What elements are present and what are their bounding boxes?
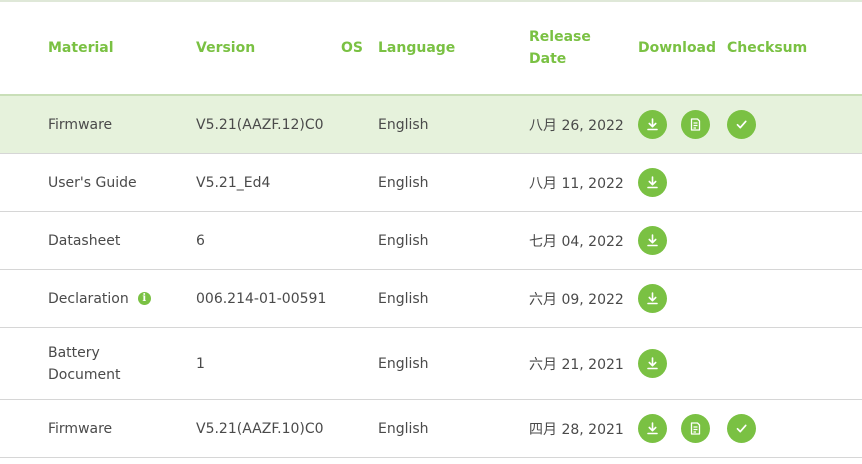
table-row: Battery Document 1 English 六月 21, 2021 [0,328,862,400]
check-icon [736,120,747,129]
download-button[interactable] [638,110,667,139]
material-label-line2: Document [48,366,121,383]
release-note-button[interactable] [681,110,710,139]
material-cell: Firmware [48,420,113,437]
download-icon [647,234,658,247]
download-cell [638,212,728,269]
download-cell [638,328,728,399]
download-icon [647,422,658,435]
version-cell: 1 [196,355,205,372]
release-note-icon [690,422,701,435]
header-release-date-line1: Release [529,29,591,45]
language-cell: English [378,355,429,372]
header-language: Language [378,40,456,56]
version-cell: V5.21_Ed4 [196,174,271,191]
table-row: Firmware V5.21(AAZF.10)C0 English 四月 28,… [0,400,862,458]
release-note-icon [690,118,701,131]
release-date-cell: 七月 04, 2022 [529,233,624,250]
language-cell: English [378,116,429,133]
version-cell: V5.21(AAZF.10)C0 [196,420,324,437]
table-row: Declaration i 006.214-01-00591 English 六… [0,270,862,328]
download-button[interactable] [638,284,667,313]
material-cell: Battery Document [48,328,188,399]
language-cell: English [378,420,429,437]
checksum-cell [727,96,827,153]
release-date-cell: 六月 09, 2022 [529,291,624,308]
material-cell: Declaration i [48,270,188,327]
download-icon [647,292,658,305]
header-release-date: Release Date [529,2,633,94]
download-cell [638,270,728,327]
download-cell [638,96,728,153]
download-button[interactable] [638,226,667,255]
header-os: OS [341,40,363,56]
release-date-cell: 八月 11, 2022 [529,175,624,192]
material-cell: Datasheet [48,232,121,249]
info-icon[interactable]: i [137,292,151,305]
material-cell: Firmware [48,116,113,133]
checksum-button[interactable] [727,110,756,139]
downloads-table: Material Version OS Language Release Dat… [0,0,862,464]
header-version: Version [196,40,256,56]
header-release-date-line2: Date [529,51,567,67]
language-cell: English [378,174,429,191]
header-checksum: Checksum [727,40,808,56]
download-icon [647,118,658,131]
material-label-line1: Battery [48,344,100,361]
table-row: Firmware V5.21(AAZF.12)C0 English 八月 26,… [0,96,862,154]
download-cell [638,154,728,211]
download-icon [647,357,658,370]
release-date-cell: 八月 26, 2022 [529,117,624,134]
material-label: Declaration [48,290,129,307]
version-cell: 6 [196,232,205,249]
language-cell: English [378,232,429,249]
header-download: Download [638,40,717,56]
header-material: Material [48,40,114,56]
table-row: User's Guide V5.21_Ed4 English 八月 11, 20… [0,154,862,212]
language-cell: English [378,290,429,307]
checksum-cell [727,400,827,457]
table-header: Material Version OS Language Release Dat… [0,0,862,96]
table-row: Datasheet 6 English 七月 04, 2022 [0,212,862,270]
download-icon [647,176,658,189]
download-cell [638,400,728,457]
checksum-button[interactable] [727,414,756,443]
material-cell: User's Guide [48,174,137,191]
download-button[interactable] [638,349,667,378]
release-note-button[interactable] [681,414,710,443]
release-date-cell: 六月 21, 2021 [529,356,624,373]
download-button[interactable] [638,414,667,443]
version-cell: 006.214-01-00591 [196,290,327,307]
release-date-cell: 四月 28, 2021 [529,421,624,438]
download-button[interactable] [638,168,667,197]
version-cell: V5.21(AAZF.12)C0 [196,116,324,133]
check-icon [736,424,747,433]
